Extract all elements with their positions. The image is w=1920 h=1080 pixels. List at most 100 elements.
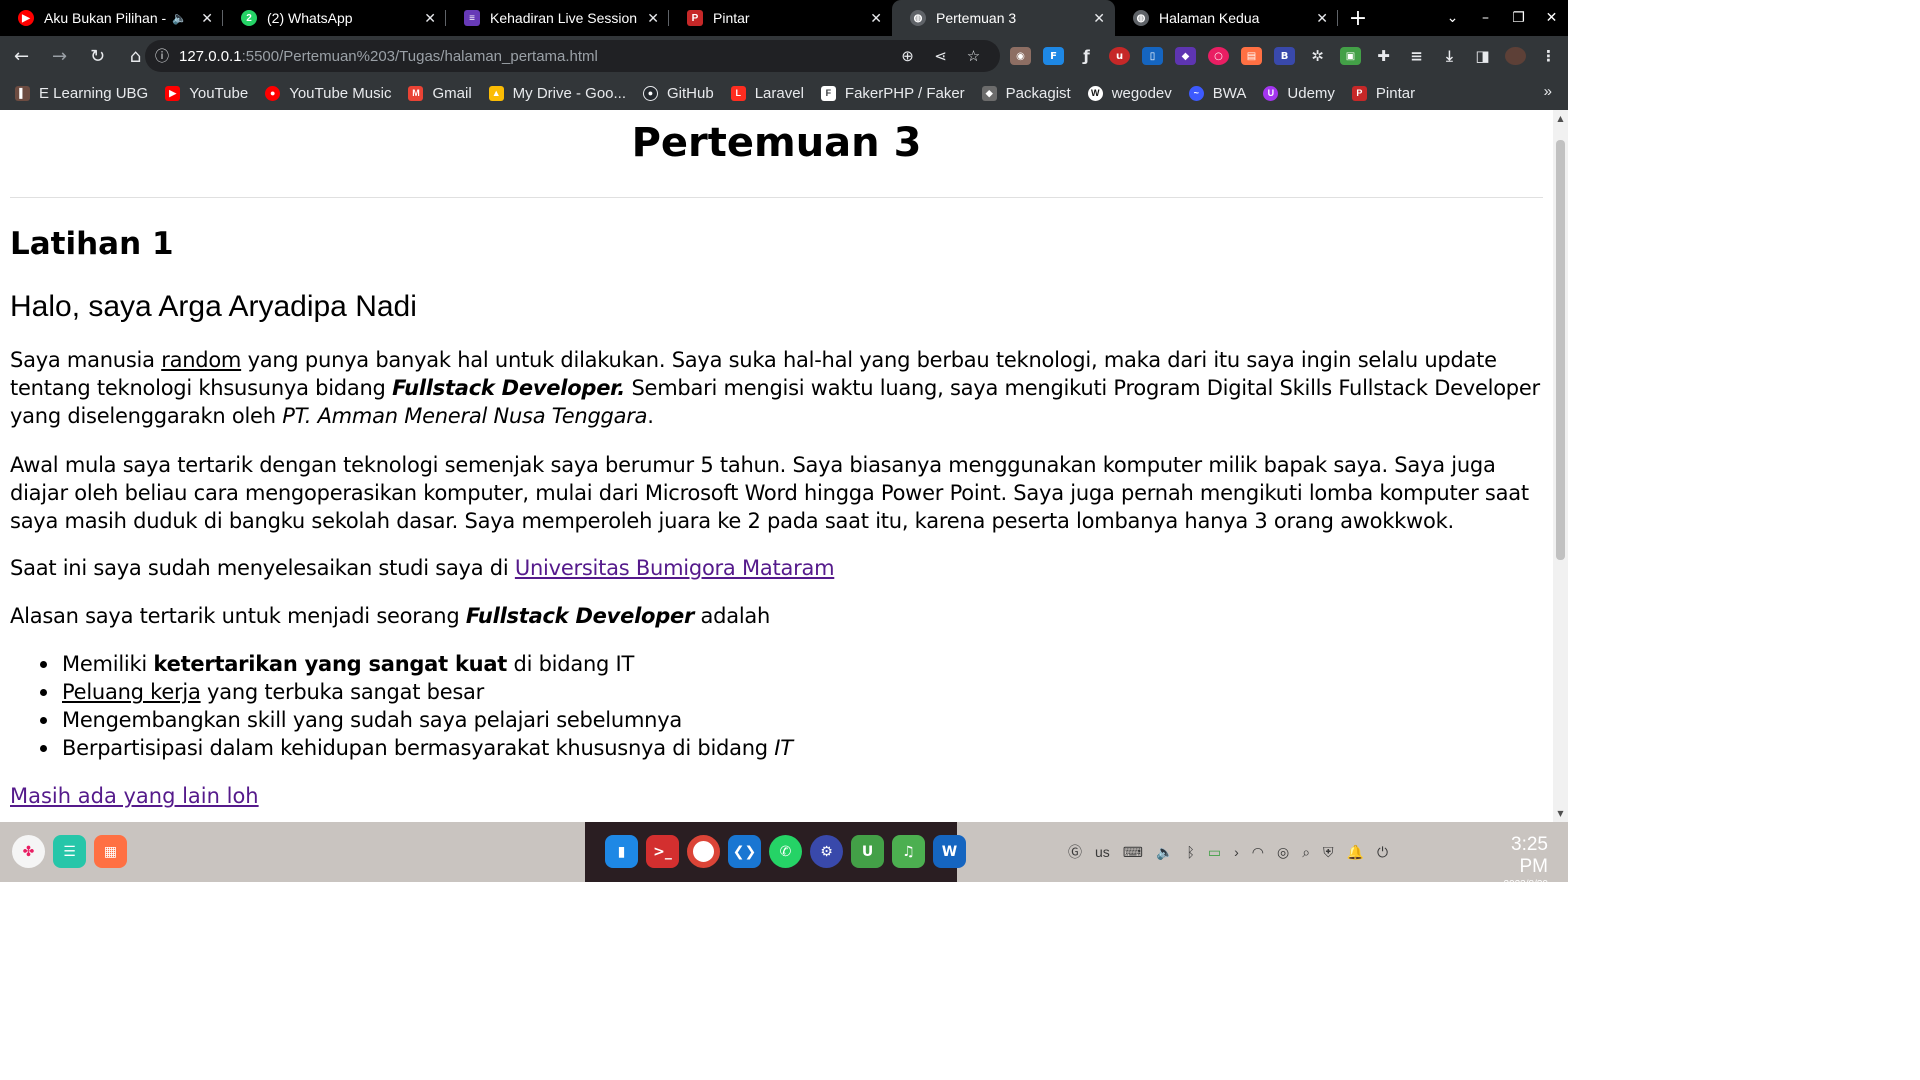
close-icon[interactable]: ✕: [647, 10, 659, 27]
new-tab-button[interactable]: +: [1338, 0, 1378, 36]
close-icon[interactable]: ✕: [201, 10, 213, 27]
extension-cube-icon[interactable]: ◆: [1175, 47, 1196, 65]
tab-pintar[interactable]: P Pintar ✕: [669, 0, 892, 36]
bookmark-packagist[interactable]: ◆ Packagist: [981, 85, 1071, 102]
minimize-icon[interactable]: –: [1469, 10, 1502, 26]
settings-icon[interactable]: ⚙: [810, 835, 843, 868]
wifi-icon[interactable]: ◠: [1252, 844, 1264, 861]
extension-card-icon[interactable]: ▤: [1241, 47, 1262, 65]
bookmark-elearning[interactable]: ▌ E Learning UBG: [15, 85, 148, 102]
extension-font-icon[interactable]: F: [1043, 47, 1064, 65]
scroll-up-icon[interactable]: ▲: [1553, 114, 1568, 123]
file-manager-icon[interactable]: ▮: [605, 835, 638, 868]
tab-halaman-kedua[interactable]: ◍ Halaman Kedua ✕: [1115, 0, 1338, 36]
multitask-icon[interactable]: ☰: [53, 835, 86, 868]
power-icon[interactable]: ⏻: [1377, 844, 1388, 861]
share-icon[interactable]: ⋖: [924, 47, 957, 65]
bookmark-star-icon[interactable]: ☆: [957, 47, 990, 65]
university-link[interactable]: Universitas Bumigora Mataram: [515, 556, 835, 580]
forward-icon[interactable]: →: [43, 40, 76, 72]
bookmark-drive[interactable]: ▲ My Drive - Goo...: [488, 85, 626, 102]
close-icon[interactable]: ✕: [870, 10, 882, 27]
extension-ring-icon[interactable]: ○: [1208, 47, 1229, 65]
bookmark-udemy[interactable]: U Udemy: [1263, 85, 1335, 102]
whatsapp-icon[interactable]: ✆: [769, 835, 802, 868]
volume-icon[interactable]: 🔈: [1156, 844, 1173, 861]
avatar[interactable]: [1505, 47, 1526, 65]
terminal-icon[interactable]: >_: [646, 835, 679, 868]
keyboard-language[interactable]: us: [1095, 844, 1110, 860]
tab-pertemuan-3[interactable]: ◍ Pertemuan 3 ✕: [892, 0, 1115, 36]
activity-monitor-icon[interactable]: ◎: [1277, 844, 1289, 861]
pintar-icon: P: [1351, 85, 1367, 101]
reload-icon[interactable]: ↻: [81, 40, 114, 72]
bookmark-pintar[interactable]: P Pintar: [1351, 85, 1415, 102]
scrollbar-thumb[interactable]: [1556, 140, 1565, 560]
notification-bell-icon[interactable]: 🔔: [1347, 844, 1364, 861]
bookmark-label: FakerPHP / Faker: [844, 84, 965, 102]
keyboard-icon[interactable]: ⌨: [1123, 844, 1143, 861]
search-icon[interactable]: ⌕: [1302, 844, 1310, 861]
close-icon[interactable]: ✕: [1316, 10, 1328, 27]
tab-search-icon[interactable]: ⌄: [1436, 10, 1469, 26]
clock[interactable]: 3:25 PM 2023/8/30: [1478, 834, 1549, 890]
ublock-icon[interactable]: u: [1109, 47, 1130, 65]
close-icon[interactable]: ✕: [1093, 10, 1105, 27]
bookmarks-overflow-icon[interactable]: »: [1544, 83, 1552, 100]
bookmark-gmail[interactable]: M Gmail: [408, 84, 472, 102]
extension-formula-icon[interactable]: ƒ: [1076, 47, 1097, 65]
vscode-icon[interactable]: ❮❯: [728, 835, 761, 868]
upwork-icon[interactable]: U: [851, 835, 884, 868]
wps-icon[interactable]: W: [933, 835, 966, 868]
extension-cat-icon[interactable]: ◉: [1010, 47, 1031, 65]
extension-shield-icon[interactable]: ▣: [1340, 47, 1361, 65]
restore-icon[interactable]: ❐: [1502, 10, 1535, 26]
bold-italic-fullstack: Fullstack Developer: [465, 604, 695, 628]
tab-title: Aku Bukan Pilihan -: [44, 10, 167, 26]
bookmark-youtube[interactable]: ▶ YouTube: [165, 85, 248, 102]
security-icon[interactable]: ⛨: [1323, 844, 1334, 861]
vertical-scrollbar[interactable]: ▲ ▼: [1553, 110, 1568, 822]
close-window-icon[interactable]: ✕: [1535, 10, 1568, 26]
bookmark-github[interactable]: ● GitHub: [643, 85, 714, 102]
close-icon[interactable]: ✕: [424, 10, 436, 27]
tab-youtube-song[interactable]: ▶ Aku Bukan Pilihan - 🔈 ✕: [0, 0, 223, 36]
bookmark-label: Gmail: [432, 84, 472, 102]
media-queue-icon[interactable]: ≡: [1406, 47, 1427, 65]
zoom-icon[interactable]: ⊕: [891, 47, 924, 65]
battery-icon[interactable]: ▭: [1208, 844, 1221, 861]
back-icon[interactable]: ←: [5, 40, 38, 72]
tab-strip: ▶ Aku Bukan Pilihan - 🔈 ✕ 2 (2) WhatsApp…: [0, 0, 1568, 36]
menu-icon[interactable]: ⋮: [1538, 47, 1559, 65]
text-run: yang terbuka sangat besar: [200, 680, 485, 704]
tab-whatsapp[interactable]: 2 (2) WhatsApp ✕: [223, 0, 446, 36]
intro-paragraph: Saya manusia random yang punya banyak ha…: [10, 346, 1545, 430]
extensions-puzzle-icon[interactable]: ✚: [1373, 47, 1394, 65]
site-info-icon[interactable]: ⓘ: [145, 46, 179, 66]
bookmark-label: YouTube: [189, 84, 249, 102]
side-panel-icon[interactable]: ◨: [1472, 47, 1493, 65]
bookmark-wegodev[interactable]: Wwegodev: [1087, 85, 1172, 102]
more-link[interactable]: Masih ada yang lain loh: [10, 784, 259, 808]
download-icon[interactable]: ⤓: [1439, 47, 1460, 65]
tab-kehadiran[interactable]: ≡ Kehadiran Live Session ✕: [446, 0, 669, 36]
bookmark-laravel[interactable]: L Laravel: [730, 85, 804, 102]
bookmark-faker[interactable]: F FakerPHP / Faker: [820, 84, 965, 102]
extension-gear-icon[interactable]: ✲: [1307, 47, 1328, 65]
chevron-right-icon[interactable]: ›: [1234, 844, 1239, 860]
extension-b-icon[interactable]: B: [1274, 47, 1295, 65]
scroll-down-icon[interactable]: ▼: [1553, 809, 1568, 818]
bookmark-youtube-music[interactable]: ● YouTube Music: [265, 85, 391, 102]
reasons-list: Memiliki ketertarikan yang sangat kuat d…: [40, 650, 793, 762]
speaker-icon[interactable]: 🔈: [172, 11, 187, 25]
bluetooth-icon[interactable]: ᛒ: [1186, 844, 1194, 860]
bookmark-label: Udemy: [1287, 84, 1335, 102]
chrome-icon[interactable]: [687, 835, 720, 868]
grammarly-icon[interactable]: Ⓖ: [1068, 842, 1082, 862]
address-bar[interactable]: ⓘ 127.0.0.1:5500/Pertemuan%203/Tugas/hal…: [145, 40, 1000, 72]
extension-doc-icon[interactable]: ▯: [1142, 47, 1163, 65]
launcher-icon[interactable]: ✤: [12, 835, 45, 868]
music-icon[interactable]: ♫: [892, 835, 925, 868]
app-grid-icon[interactable]: ▦: [94, 835, 127, 868]
bookmark-bwa[interactable]: ~ BWA: [1188, 85, 1246, 102]
